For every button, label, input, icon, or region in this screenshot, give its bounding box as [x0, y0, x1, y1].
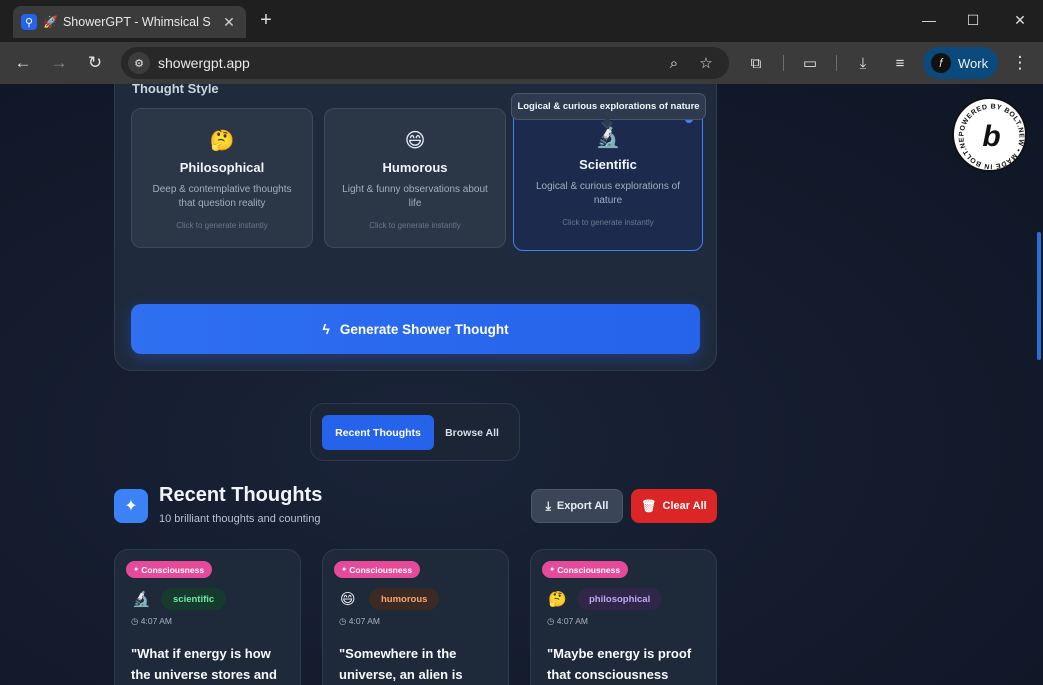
thought-time: ◷ 4:07 AM	[131, 616, 172, 626]
thinking-face-icon: 🤔	[209, 130, 235, 152]
time-label: 4:07 AM	[556, 616, 588, 626]
style-card-description: Logical & curious explorations of nature	[536, 181, 680, 206]
toolbar-divider	[836, 55, 837, 71]
clear-all-button[interactable]: 🗑 Clear All	[631, 489, 717, 523]
export-all-button[interactable]: ⤓ Export All	[531, 489, 623, 523]
back-arrow-icon[interactable]: ←	[11, 51, 35, 75]
export-label: Export All	[556, 500, 609, 512]
microscope-icon: 🔬	[595, 127, 621, 149]
media-queue-icon[interactable]: ≡	[888, 51, 912, 75]
category-label: Consciousness	[557, 564, 621, 575]
thought-card[interactable]: ● Consciousness 🤔 philosophical ◷ 4:07 AM…	[530, 549, 717, 685]
extensions-icon[interactable]: ⧉	[744, 51, 768, 75]
generate-thought-button[interactable]: ϟ Generate Shower Thought	[131, 304, 700, 354]
rocket-icon: 🚀	[43, 15, 58, 29]
style-card-philosophical[interactable]: 🤔 Philosophical Deep & contemplative tho…	[131, 108, 313, 248]
tab-title: ShowerGPT - Whimsical Shower Thoughts	[62, 15, 211, 29]
trash-icon: 🗑	[641, 499, 657, 513]
address-bar[interactable]: ⚙ showergpt.app ⌕ ☆	[121, 47, 729, 79]
style-card-title: Humorous	[382, 160, 448, 175]
browser-toolbar: ← → ↻ ⚙ showergpt.app ⌕ ☆ ⧉ ▭ ⤓ ≡ 𝑓 Work…	[0, 42, 1043, 84]
zoom-icon[interactable]: ⌕	[664, 53, 684, 73]
avatar: 𝑓	[931, 53, 951, 73]
thought-time: ◷ 4:07 AM	[339, 616, 380, 626]
download-icon[interactable]: ⤓	[851, 51, 875, 75]
app-favicon-icon: ⚲	[21, 14, 37, 30]
profile-button[interactable]: 𝑓 Work	[923, 47, 998, 79]
category-badge: ● Consciousness	[542, 561, 629, 578]
thought-card[interactable]: ● Consciousness 😄 humorous ◷ 4:07 AM "Som…	[322, 549, 509, 685]
page-viewport: Thought Style 🤔 Philosophical Deep & con…	[0, 84, 1043, 685]
view-toggle: Recent Thoughts Browse All	[310, 403, 520, 461]
microscope-icon: 🔬	[132, 591, 151, 608]
more-menu-icon[interactable]: ⋮	[1010, 51, 1030, 75]
lightning-icon: ϟ	[322, 321, 330, 337]
thought-style-heading: Thought Style	[132, 84, 219, 96]
thought-text: "Maybe energy is proof that consciousnes…	[547, 646, 692, 682]
browser-tab[interactable]: ⚲ 🚀 ShowerGPT - Whimsical Shower Thought…	[13, 6, 246, 38]
toolbar-divider	[783, 55, 784, 71]
style-card-title: Scientific	[579, 157, 637, 172]
generate-button-label: Generate Shower Thought	[339, 321, 509, 337]
style-pill: humorous	[369, 588, 440, 610]
reading-mode-icon[interactable]: ▭	[798, 51, 822, 75]
grinning-face-icon: 😄	[340, 591, 356, 608]
style-card-description: Deep & contemplative thoughts that quest…	[152, 184, 292, 209]
badge-letter: b	[982, 120, 1000, 153]
thought-text: "What if energy is how the universe stor…	[131, 646, 277, 682]
close-window-icon[interactable]: ✕	[1005, 8, 1035, 32]
browser-titlebar: ⚲ 🚀 ShowerGPT - Whimsical Shower Thought…	[0, 0, 1043, 42]
url-text[interactable]: showergpt.app	[158, 55, 250, 71]
forward-arrow-icon[interactable]: →	[47, 51, 71, 75]
thinking-face-icon: 🤔	[548, 591, 567, 608]
sparkles-icon: ✦	[114, 489, 148, 523]
thought-card[interactable]: ● Consciousness 🔬 scientific ◷ 4:07 AM "W…	[114, 549, 301, 685]
style-card-hint: Click to generate instantly	[369, 221, 461, 230]
brain-icon: ●	[550, 566, 555, 573]
tab-recent-thoughts[interactable]: Recent Thoughts	[322, 415, 434, 450]
category-badge: ● Consciousness	[126, 561, 213, 578]
style-pill: scientific	[161, 588, 227, 610]
scrollbar[interactable]	[1037, 232, 1041, 360]
download-icon: ⤓	[545, 498, 551, 513]
style-card-humorous[interactable]: 😄 Humorous Light & funny observations ab…	[324, 108, 506, 248]
time-label: 4:07 AM	[140, 616, 172, 626]
style-tooltip: Logical & curious explorations of nature	[511, 93, 706, 120]
recent-thoughts-subtitle: 10 brilliant thoughts and counting	[159, 513, 321, 525]
close-tab-icon[interactable]: ✕	[220, 14, 238, 31]
new-tab-button[interactable]: +	[255, 9, 277, 31]
clear-label: Clear All	[662, 500, 707, 512]
style-card-description: Light & funny observations about life	[342, 184, 488, 209]
bolt-badge-logo[interactable]: POWERED BY BOLT.NEW • MADE IN BOLT.NEW •…	[952, 97, 1027, 172]
thought-text: "Somewhere in the universe, an alien is	[339, 646, 463, 682]
category-badge: ● Consciousness	[334, 561, 421, 578]
star-bookmark-icon[interactable]: ☆	[696, 53, 716, 73]
style-pill: philosophical	[577, 588, 663, 610]
tab-browse-all[interactable]: Browse All	[434, 415, 510, 450]
thought-time: ◷ 4:07 AM	[547, 616, 588, 626]
reload-icon[interactable]: ↻	[83, 51, 107, 75]
style-card-hint: Click to generate instantly	[562, 218, 654, 227]
brain-icon: ●	[342, 566, 347, 573]
recent-thoughts-title: Recent Thoughts	[159, 484, 323, 506]
style-card-title: Philosophical	[179, 160, 265, 175]
grinning-face-icon: 😄	[404, 130, 426, 152]
site-settings-icon[interactable]: ⚙	[128, 52, 150, 74]
profile-label: Work	[958, 55, 989, 71]
time-label: 4:07 AM	[348, 616, 380, 626]
style-card-hint: Click to generate instantly	[176, 221, 268, 230]
minimize-icon[interactable]: —	[914, 8, 944, 32]
maximize-icon[interactable]: ☐	[958, 8, 988, 32]
category-label: Consciousness	[141, 564, 205, 575]
brain-icon: ●	[134, 566, 139, 573]
category-label: Consciousness	[349, 564, 413, 575]
